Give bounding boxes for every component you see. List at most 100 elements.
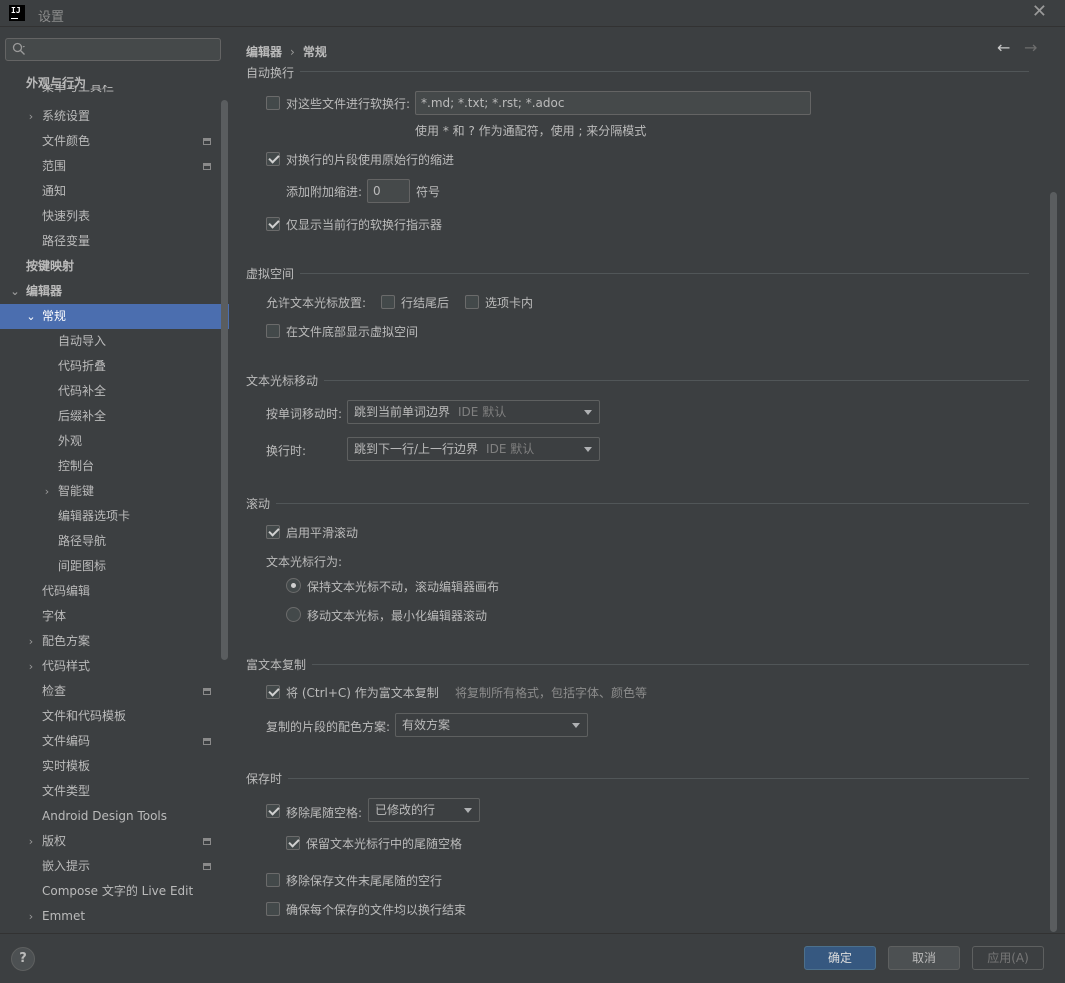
sidebar-item-breadcrumbs[interactable]: 路径导航 [0, 529, 229, 554]
copy-scheme-label: 复制的片段的配色方案: [266, 720, 391, 734]
ensure-newline-label: 确保每个保存的文件均以换行结束 [286, 903, 467, 917]
word-move-hint: IDE 默认 [458, 405, 507, 419]
sidebar-item-code-editing[interactable]: 代码编辑 [0, 579, 229, 604]
strip-trailing-dropdown[interactable]: 已修改的行 [368, 798, 480, 822]
ensure-newline-checkbox[interactable] [266, 902, 280, 916]
ok-button[interactable]: 确定 [804, 946, 876, 970]
sidebar-item-code-folding[interactable]: 代码折叠 [0, 354, 229, 379]
sidebar-item-emmet[interactable]: › Emmet [0, 904, 229, 929]
sidebar-item-notifications[interactable]: 通知 [0, 179, 229, 204]
chevron-right-icon: › [28, 835, 34, 848]
sidebar-item-file-colors[interactable]: 文件颜色 [0, 129, 229, 154]
sidebar-item-code-completion[interactable]: 代码补全 [0, 379, 229, 404]
extra-indent-input[interactable]: 0 [367, 179, 410, 203]
sidebar-scrollbar[interactable] [221, 100, 228, 660]
wrap-files-input[interactable]: *.md; *.txt; *.rst; *.adoc [415, 91, 811, 115]
sidebar-item-system-settings[interactable]: › 系统设置 [0, 104, 229, 129]
rich-copy-hint: 将复制所有格式，包括字体、颜色等 [455, 686, 648, 700]
apply-button[interactable]: 应用(A) [972, 946, 1044, 970]
rich-copy-checkbox[interactable] [266, 685, 280, 699]
wrap-files-hint: 使用 * 和 ? 作为通配符，使用 ; 来分隔模式 [415, 124, 647, 138]
copy-scheme-dropdown[interactable]: 有效方案 [395, 713, 588, 737]
sidebar-item-compose-live-edit[interactable]: Compose 文字的 Live Edit [0, 879, 229, 904]
show-virtual-space-bottom-checkbox[interactable] [266, 324, 280, 338]
project-scope-icon [203, 163, 211, 170]
arrow-left-icon[interactable]: ← [997, 38, 1010, 57]
extra-indent-unit: 符号 [416, 185, 441, 199]
line-change-dropdown[interactable]: 跳到下一行/上一行边界 IDE 默认 [347, 437, 600, 461]
chevron-right-icon: › [28, 910, 34, 923]
sidebar-item-scopes[interactable]: 范围 [0, 154, 229, 179]
after-line-end-checkbox[interactable] [381, 295, 395, 309]
sidebar-item-console[interactable]: 控制台 [0, 454, 229, 479]
cancel-button[interactable]: 取消 [888, 946, 960, 970]
sidebar-item-inlay-hints[interactable]: 嵌入提示 [0, 854, 229, 879]
breadcrumb-separator: › [290, 45, 295, 59]
sidebar-item-general[interactable]: ⌄ 常规 [0, 304, 229, 329]
sidebar-item-android-design-tools[interactable]: Android Design Tools [0, 804, 229, 829]
content-scrollbar[interactable] [1050, 192, 1057, 932]
after-line-end-label: 行结尾后 [401, 296, 450, 310]
section-divider [300, 273, 1029, 274]
arrow-right-icon[interactable]: → [1024, 38, 1037, 57]
use-original-indent-checkbox[interactable] [266, 152, 280, 166]
sidebar-item-file-types[interactable]: 文件类型 [0, 779, 229, 804]
sidebar-item-keymap[interactable]: 按键映射 [0, 254, 229, 279]
sidebar-item-file-code-templates[interactable]: 文件和代码模板 [0, 704, 229, 729]
remove-blank-lines-checkbox[interactable] [266, 873, 280, 887]
show-indicator-checkbox[interactable] [266, 217, 280, 231]
project-scope-icon [203, 863, 211, 870]
sidebar-item-inspections[interactable]: 检查 [0, 679, 229, 704]
sidebar-item-auto-import[interactable]: 自动导入 [0, 329, 229, 354]
help-icon[interactable]: ? [11, 947, 35, 971]
chevron-down-icon [464, 808, 472, 813]
breadcrumb-parent[interactable]: 编辑器 [246, 45, 282, 59]
sidebar-item-editor-tabs[interactable]: 编辑器选项卡 [0, 504, 229, 529]
chevron-right-icon: › [28, 660, 34, 673]
sidebar-item-color-scheme[interactable]: › 配色方案 [0, 629, 229, 654]
section-divider [288, 778, 1029, 779]
sidebar-item-postfix-completion[interactable]: 后缀补全 [0, 404, 229, 429]
sidebar-item-quick-lists[interactable]: 快速列表 [0, 204, 229, 229]
wrap-files-checkbox[interactable] [266, 96, 280, 110]
sidebar-item-font[interactable]: 字体 [0, 604, 229, 629]
smooth-scroll-checkbox[interactable] [266, 525, 280, 539]
inside-tabs-checkbox[interactable] [465, 295, 479, 309]
line-change-value: 跳到下一行/上一行边界 [354, 442, 479, 456]
word-move-label: 按单词移动时: [266, 407, 343, 421]
keep-caret-radio[interactable] [286, 578, 301, 593]
move-caret-radio[interactable] [286, 607, 301, 622]
breadcrumb: 编辑器 › 常规 [246, 43, 327, 60]
wrap-files-label: 对这些文件进行软换行: [286, 97, 411, 111]
sidebar-item-code-style[interactable]: › 代码样式 [0, 654, 229, 679]
sidebar-group-appearance-behavior[interactable]: 外观与行为 [26, 74, 86, 91]
settings-content: 编辑器 › 常规 ← → 自动换行 对这些文件进行软换行: *.md; *.txt;… [230, 27, 1065, 933]
close-icon[interactable]: ✕ [1032, 3, 1047, 21]
search-input[interactable] [5, 38, 221, 61]
sidebar-item-smart-keys[interactable]: › 智能键 [0, 479, 229, 504]
sidebar-item-path-variables[interactable]: 路径变量 [0, 229, 229, 254]
chevron-down-icon: ⌄ [10, 285, 20, 298]
smooth-scroll-label: 启用平滑滚动 [286, 526, 359, 540]
strip-trailing-checkbox[interactable] [266, 804, 280, 818]
move-caret-label: 移动文本光标，最小化编辑器滚动 [307, 609, 488, 623]
copy-scheme-value: 有效方案 [402, 718, 451, 732]
use-original-indent-label: 对换行的片段使用原始行的缩进 [286, 153, 455, 167]
rich-copy-label: 将 (Ctrl+C) 作为富文本复制 [286, 686, 439, 700]
word-move-value: 跳到当前单词边界 [354, 405, 451, 419]
sidebar-item-file-encodings[interactable]: 文件编码 [0, 729, 229, 754]
project-scope-icon [203, 688, 211, 695]
sidebar-item-editor[interactable]: ⌄ 编辑器 [0, 279, 229, 304]
search-icon [12, 42, 25, 55]
sidebar-item-live-templates[interactable]: 实时模板 [0, 754, 229, 779]
app-logo-icon: IJ [9, 5, 25, 21]
strip-trailing-label: 移除尾随空格: [286, 806, 363, 820]
section-title-caret-movement: 文本光标移动 [246, 374, 319, 388]
sidebar-item-copyright[interactable]: › 版权 [0, 829, 229, 854]
sidebar-item-gutter-icons[interactable]: 间距图标 [0, 554, 229, 579]
chevron-down-icon: ⌄ [26, 310, 36, 323]
section-divider [312, 664, 1029, 665]
keep-caret-spaces-checkbox[interactable] [286, 836, 300, 850]
sidebar-item-appearance[interactable]: 外观 [0, 429, 229, 454]
word-move-dropdown[interactable]: 跳到当前单词边界 IDE 默认 [347, 400, 600, 424]
